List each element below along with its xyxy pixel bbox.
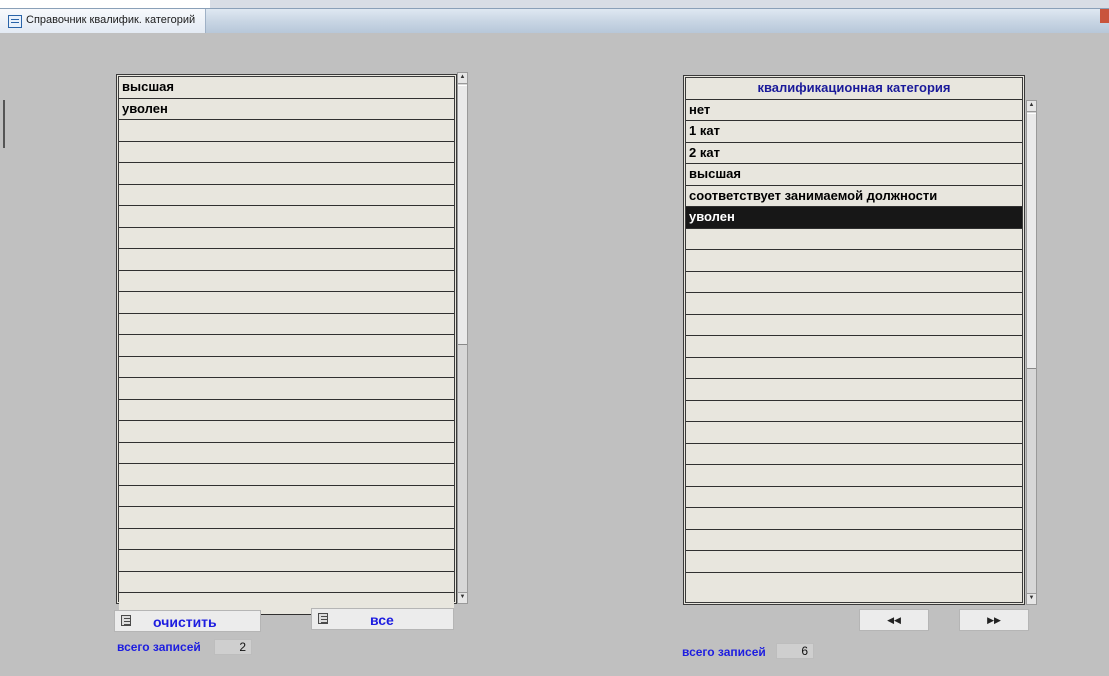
qualification-category-list[interactable]: квалификационная категория нет 1 кат 2 кат в… [683, 75, 1025, 605]
clear-button[interactable]: очистить [114, 610, 261, 632]
window-title: Справочник квалифик. категорий [26, 14, 196, 26]
list-item[interactable] [119, 464, 454, 486]
first-record-button[interactable]: ◀◀ [859, 609, 929, 631]
list-item[interactable]: 2 кат [686, 142, 1022, 164]
list-item[interactable] [686, 357, 1022, 379]
list-item[interactable] [119, 313, 454, 335]
first-record-icon: ◀◀ [887, 615, 901, 625]
list-item[interactable] [119, 270, 454, 292]
form-icon [8, 15, 22, 28]
scroll-up-icon[interactable]: ▲ [1027, 101, 1036, 112]
list-item[interactable] [686, 422, 1022, 444]
list-item[interactable] [119, 249, 454, 271]
list-item[interactable] [686, 443, 1022, 465]
right-count-value: 6 [776, 643, 814, 659]
scroll-down-icon[interactable]: ▼ [1027, 593, 1036, 604]
all-icon [318, 613, 328, 624]
list-item[interactable] [119, 356, 454, 378]
list-item[interactable] [119, 206, 454, 228]
right-list-scrollbar[interactable]: ▲ ▼ [1026, 100, 1037, 605]
last-record-button[interactable]: ▶▶ [959, 609, 1029, 631]
list-item[interactable] [119, 163, 454, 185]
window-tab[interactable]: Справочник квалифик. категорий [0, 9, 206, 33]
list-item[interactable]: соответствует занимаемой должности [686, 185, 1022, 207]
list-item[interactable] [686, 529, 1022, 551]
left-list-scrollbar[interactable]: ▲ ▼ [457, 72, 468, 604]
list-item[interactable] [686, 314, 1022, 336]
list-item[interactable]: уволен [119, 98, 454, 120]
top-strip-right [210, 0, 1109, 8]
list-item[interactable] [119, 528, 454, 550]
left-count-label: всего записей [117, 640, 201, 654]
list-item[interactable] [119, 550, 454, 572]
window-edge [3, 100, 5, 148]
column-header: квалификационная категория [686, 78, 1022, 100]
list-item[interactable] [119, 399, 454, 421]
list-item[interactable] [119, 507, 454, 529]
list-item[interactable] [686, 228, 1022, 250]
scroll-thumb[interactable] [1027, 113, 1036, 369]
selected-categories-list[interactable]: высшая уволен [116, 74, 457, 615]
list-item[interactable] [686, 379, 1022, 401]
list-item[interactable]: высшая [686, 164, 1022, 186]
list-item[interactable] [686, 400, 1022, 422]
list-item[interactable]: нет [686, 99, 1022, 121]
list-item[interactable]: высшая [119, 77, 454, 99]
list-item[interactable] [686, 271, 1022, 293]
list-item[interactable] [119, 184, 454, 206]
list-item[interactable] [686, 551, 1022, 573]
list-item[interactable] [686, 465, 1022, 487]
scroll-thumb[interactable] [458, 85, 467, 345]
list-item[interactable] [686, 293, 1022, 315]
list-item[interactable] [686, 508, 1022, 530]
list-item[interactable] [119, 421, 454, 443]
list-item[interactable] [119, 141, 454, 163]
clear-icon [121, 615, 131, 626]
list-item[interactable] [119, 378, 454, 400]
right-count-label: всего записей [682, 645, 766, 659]
list-item[interactable] [119, 485, 454, 507]
list-item[interactable]: уволен [686, 207, 1022, 229]
list-item[interactable] [686, 486, 1022, 508]
last-record-icon: ▶▶ [987, 615, 1001, 625]
scroll-down-icon[interactable]: ▼ [458, 592, 467, 603]
list-item[interactable] [686, 250, 1022, 272]
window-titlebar: Справочник квалифик. категорий [0, 8, 1109, 33]
list-item[interactable] [119, 335, 454, 357]
all-button[interactable]: все [311, 608, 454, 630]
list-item[interactable] [119, 120, 454, 142]
left-count-value: 2 [214, 639, 252, 655]
list-item[interactable]: 1 кат [686, 121, 1022, 143]
close-button[interactable] [1100, 9, 1109, 23]
list-item[interactable] [119, 442, 454, 464]
list-item[interactable] [119, 571, 454, 593]
scroll-up-icon[interactable]: ▲ [458, 73, 467, 84]
list-item[interactable] [119, 227, 454, 249]
list-item[interactable] [686, 336, 1022, 358]
list-item[interactable] [119, 292, 454, 314]
top-strip [0, 0, 210, 8]
